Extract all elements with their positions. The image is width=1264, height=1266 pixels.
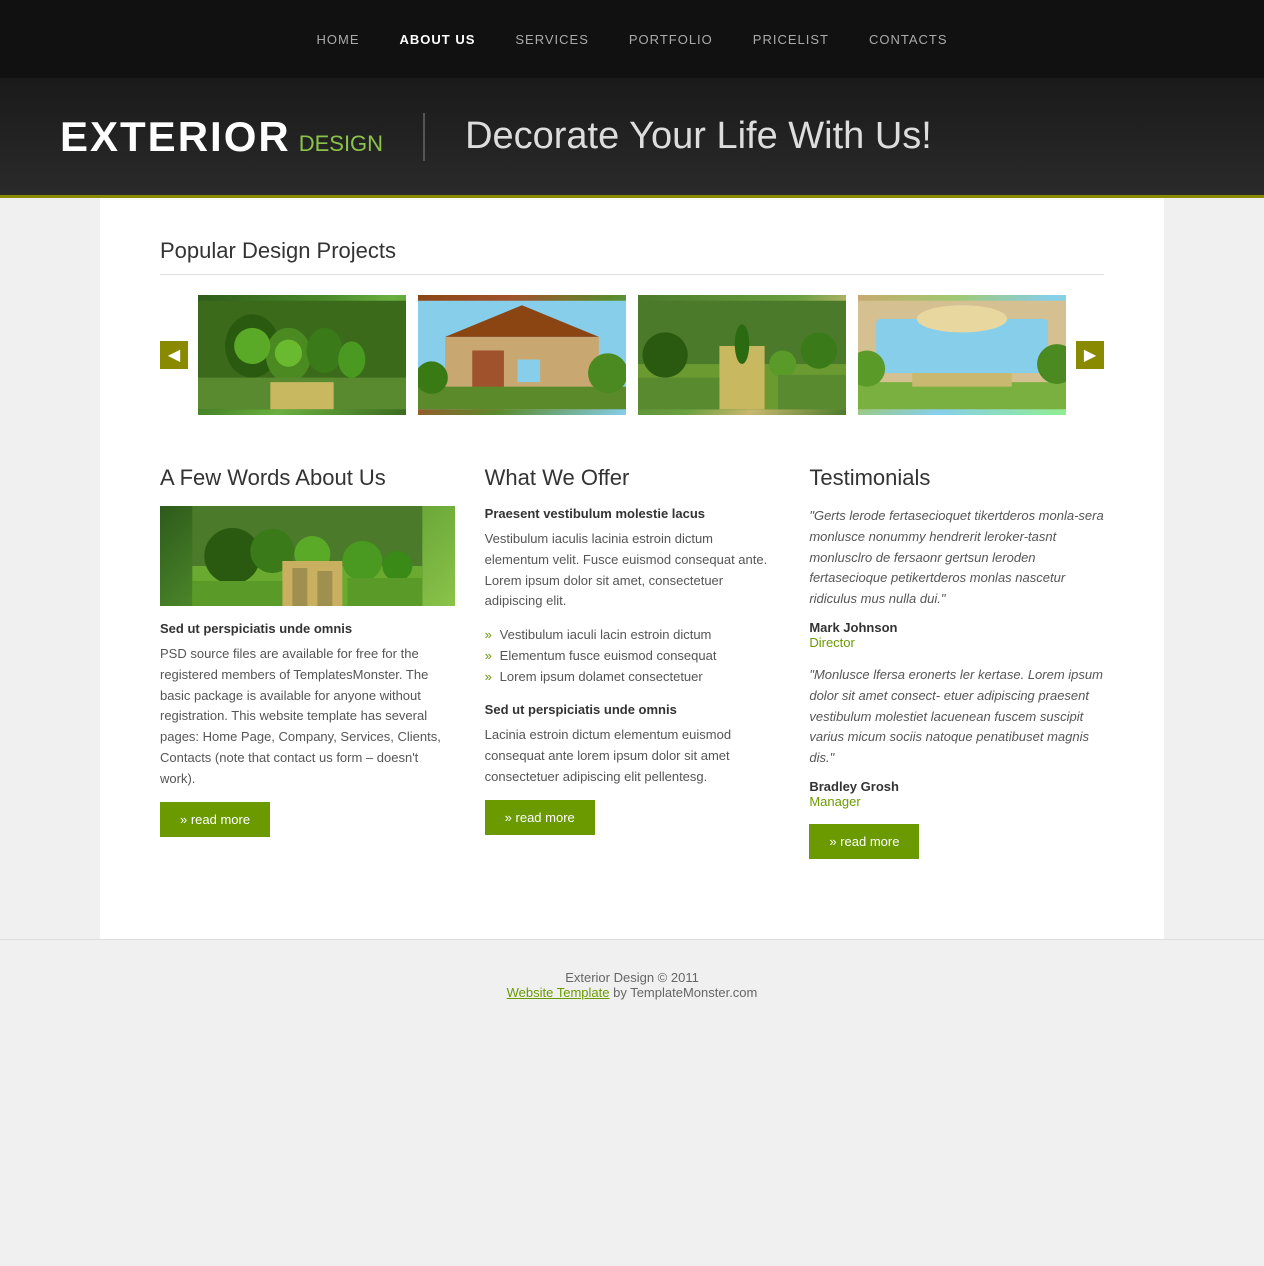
footer-suffix: by TemplateMonster.com bbox=[609, 985, 757, 1000]
project-image-1 bbox=[198, 295, 406, 415]
nav-item-contacts[interactable]: CONTACTS bbox=[869, 31, 948, 47]
nav-link-pricelist[interactable]: PRICELIST bbox=[753, 32, 829, 47]
nav-link-portfolio[interactable]: PORTFOLIO bbox=[629, 32, 713, 47]
offer-bullet-2: Elementum fusce euismod consequat bbox=[485, 645, 780, 666]
about-subtitle: Sed ut perspiciatis unde omnis bbox=[160, 621, 455, 636]
main-content: Popular Design Projects ◀ bbox=[100, 198, 1164, 939]
offer-bullet-3: Lorem ipsum dolamet consectetuer bbox=[485, 666, 780, 687]
hero-logo: EXTERIOR DESIGN bbox=[60, 113, 425, 161]
hero-tagline: Decorate Your Life With Us! bbox=[465, 115, 932, 158]
carousel: ◀ bbox=[160, 295, 1104, 415]
nav-link-contacts[interactable]: CONTACTS bbox=[869, 32, 948, 47]
offer-text2: Lacinia estroin dictum elementum euismod… bbox=[485, 725, 780, 787]
offer-text1: Vestibulum iaculis lacinia estroin dictu… bbox=[485, 529, 780, 612]
nav-item-services[interactable]: SERVICES bbox=[515, 31, 589, 47]
nav-link-services[interactable]: SERVICES bbox=[515, 32, 589, 47]
offer-title: What We Offer bbox=[485, 465, 780, 491]
testimonial-role-2: Manager bbox=[809, 794, 1104, 809]
hero-section: EXTERIOR DESIGN Decorate Your Life With … bbox=[0, 78, 1264, 198]
testimonials-column: Testimonials "Gerts lerode fertasecioque… bbox=[809, 465, 1104, 859]
nav-item-portfolio[interactable]: PORTFOLIO bbox=[629, 31, 713, 47]
testimonial-role-1: Director bbox=[809, 635, 1104, 650]
footer: Exterior Design © 2011 Website Template … bbox=[0, 939, 1264, 1030]
nav-link-about[interactable]: ABOUT US bbox=[399, 32, 475, 47]
footer-template-link[interactable]: Website Template bbox=[507, 985, 610, 1000]
testimonial-text-2: "Monlusce lfersa eronerts ler kertase. L… bbox=[809, 665, 1104, 769]
about-title: A Few Words About Us bbox=[160, 465, 455, 491]
about-text: PSD source files are available for free … bbox=[160, 644, 455, 790]
carousel-next-button[interactable]: ▶ bbox=[1076, 341, 1104, 369]
offer-column: What We Offer Praesent vestibulum molest… bbox=[485, 465, 780, 859]
offer-subtitle1: Praesent vestibulum molestie lacus bbox=[485, 506, 780, 521]
nav-item-pricelist[interactable]: PRICELIST bbox=[753, 31, 829, 47]
offer-bullets: Vestibulum iaculi lacin estroin dictum E… bbox=[485, 624, 780, 687]
testimonial-name-2: Bradley Grosh bbox=[809, 779, 1104, 794]
logo-main-word: EXTERIOR bbox=[60, 113, 291, 161]
footer-template-info: Website Template by TemplateMonster.com bbox=[30, 985, 1234, 1000]
testimonial-text-1: "Gerts lerode fertasecioquet tikertderos… bbox=[809, 506, 1104, 610]
logo-sub-word: DESIGN bbox=[299, 131, 383, 157]
testimonials-read-more-button[interactable]: » read more bbox=[809, 824, 919, 859]
project-image-3 bbox=[638, 295, 846, 415]
nav-item-home[interactable]: HOME bbox=[316, 31, 359, 47]
carousel-images bbox=[198, 295, 1066, 415]
three-columns: A Few Words About Us Sed ut pe bbox=[160, 465, 1104, 859]
about-column: A Few Words About Us Sed ut pe bbox=[160, 465, 455, 859]
testimonials-title: Testimonials bbox=[809, 465, 1104, 491]
project-image-4 bbox=[858, 295, 1066, 415]
carousel-prev-button[interactable]: ◀ bbox=[160, 341, 188, 369]
testimonial-name-1: Mark Johnson bbox=[809, 620, 1104, 635]
footer-copyright: Exterior Design © 2011 bbox=[30, 970, 1234, 985]
offer-bullet-1: Vestibulum iaculi lacin estroin dictum bbox=[485, 624, 780, 645]
nav-link-home[interactable]: HOME bbox=[316, 32, 359, 47]
offer-read-more-button[interactable]: » read more bbox=[485, 800, 595, 835]
header: HOME ABOUT US SERVICES PORTFOLIO PRICELI… bbox=[0, 0, 1264, 78]
about-image bbox=[160, 506, 455, 606]
project-image-2 bbox=[418, 295, 626, 415]
projects-title: Popular Design Projects bbox=[160, 238, 1104, 275]
nav-item-about[interactable]: ABOUT US bbox=[399, 31, 475, 47]
projects-section: Popular Design Projects ◀ bbox=[160, 238, 1104, 415]
main-nav: HOME ABOUT US SERVICES PORTFOLIO PRICELI… bbox=[316, 31, 947, 47]
offer-subtitle2: Sed ut perspiciatis unde omnis bbox=[485, 702, 780, 717]
about-read-more-button[interactable]: » read more bbox=[160, 802, 270, 837]
